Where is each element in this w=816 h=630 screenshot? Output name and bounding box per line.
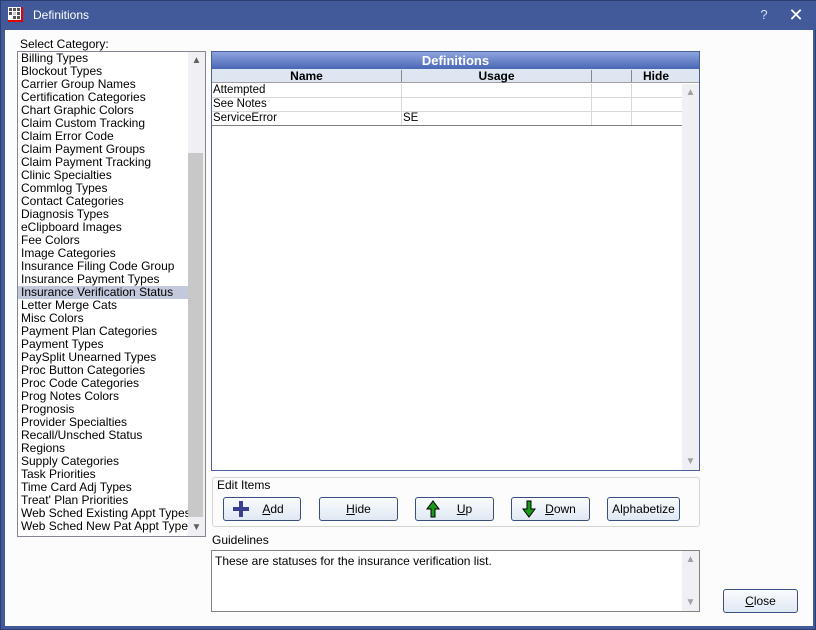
category-list[interactable]: Billing Types Blockout Types Carrier Group…	[17, 51, 206, 537]
add-label-rest: dd	[270, 502, 284, 516]
close-button[interactable]: Close	[723, 589, 798, 613]
edit-items-label: Edit Items	[217, 478, 271, 492]
cell-hide	[632, 84, 680, 97]
hide-mnemonic: H	[346, 502, 355, 516]
cell-blank	[592, 112, 632, 125]
grid-title: Definitions	[212, 52, 699, 69]
column-header-blank[interactable]	[592, 70, 632, 82]
cell-usage: SE	[402, 112, 592, 125]
cell-usage	[402, 84, 592, 97]
definitions-grid: Definitions Name Usage Hide Attempted See…	[211, 51, 700, 471]
up-button[interactable]: Up	[415, 497, 494, 521]
cell-name: See Notes	[212, 98, 402, 111]
dialog-client-area: Select Category: Billing Types Blockout T…	[5, 30, 813, 626]
scrollbar-thumb[interactable]	[188, 153, 203, 517]
column-header-usage[interactable]: Usage	[402, 70, 592, 82]
up-label-rest: p	[465, 502, 473, 516]
window-close-button[interactable]: ✕	[785, 5, 807, 25]
table-row[interactable]: ServiceError SE	[212, 112, 682, 126]
close-label-rest: lose	[753, 594, 776, 608]
grid-header: Name Usage Hide	[212, 69, 699, 83]
table-row[interactable]: See Notes	[212, 98, 682, 112]
category-list-scrollbar[interactable]: ▲ ▼	[188, 52, 205, 536]
hide-button[interactable]: Hide	[319, 497, 398, 521]
guidelines-label: Guidelines	[212, 533, 269, 547]
cell-usage	[402, 98, 592, 111]
scroll-up-icon[interactable]: ▲	[682, 84, 699, 101]
scroll-up-icon[interactable]: ▲	[682, 551, 699, 568]
window-title: Definitions	[33, 8, 90, 22]
alphabetize-label: Alphabetize	[612, 502, 675, 516]
definitions-window: Definitions ? ✕ Select Category: Billing…	[0, 0, 816, 630]
scroll-down-icon[interactable]: ▼	[682, 594, 699, 611]
cell-hide	[632, 112, 680, 125]
down-button[interactable]: Down	[511, 497, 590, 521]
title-bar: Definitions ? ✕	[1, 1, 816, 30]
table-row[interactable]: Attempted	[212, 84, 682, 98]
category-item[interactable]: Web Sched New Pat Appt Types	[18, 520, 194, 533]
guidelines-scrollbar[interactable]: ▲ ▼	[682, 551, 699, 611]
guidelines-textbox[interactable]: These are statuses for the insurance ver…	[211, 550, 700, 612]
close-mnemonic: C	[745, 594, 754, 608]
scroll-down-icon[interactable]: ▼	[188, 519, 205, 536]
cell-blank	[592, 98, 632, 111]
cell-blank	[592, 84, 632, 97]
add-button[interactable]: Add	[223, 497, 301, 521]
help-button[interactable]: ?	[753, 5, 775, 25]
grid-body: Attempted See Notes ServiceError SE	[212, 84, 682, 126]
select-category-label: Select Category:	[20, 37, 109, 51]
down-label-rest: own	[553, 502, 576, 516]
cell-hide	[632, 98, 680, 111]
column-header-hide[interactable]: Hide	[632, 70, 680, 82]
hide-label-rest: ide	[354, 502, 371, 516]
cell-name: Attempted	[212, 84, 402, 97]
guidelines-text: These are statuses for the insurance ver…	[215, 554, 492, 568]
alphabetize-button[interactable]: Alphabetize	[607, 497, 680, 521]
scroll-up-icon[interactable]: ▲	[188, 52, 205, 69]
cell-name: ServiceError	[212, 112, 402, 125]
down-mnemonic: D	[545, 502, 554, 516]
scroll-down-icon[interactable]: ▼	[682, 453, 699, 470]
app-icon	[8, 7, 23, 22]
column-header-name[interactable]: Name	[212, 70, 402, 82]
grid-scrollbar[interactable]: ▲ ▼	[682, 84, 699, 470]
